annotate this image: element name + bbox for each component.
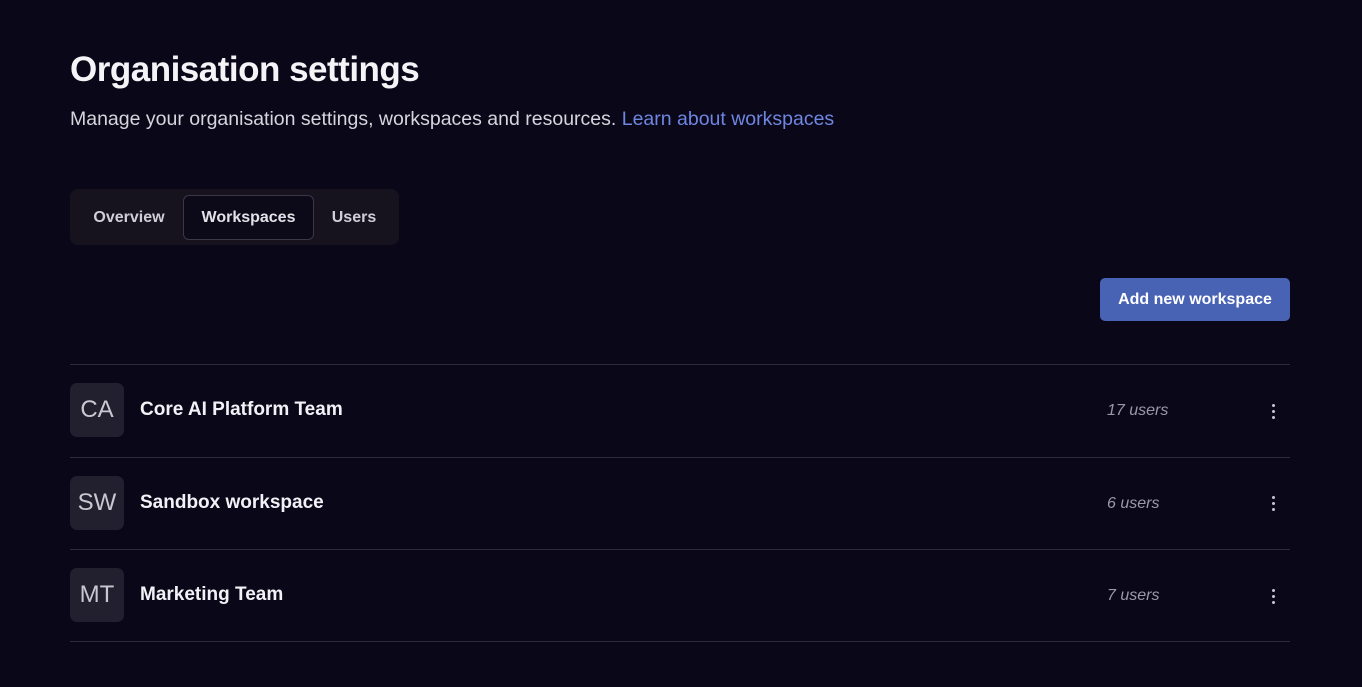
- organisation-settings-page: Organisation settings Manage your organi…: [0, 0, 1362, 687]
- subtitle-text: Manage your organisation settings, works…: [70, 108, 617, 130]
- page-title: Organisation settings: [70, 50, 420, 89]
- workspace-avatar: SW: [70, 475, 124, 530]
- more-vertical-icon[interactable]: [1260, 582, 1286, 610]
- workspace-user-count: 17 users: [1107, 402, 1169, 419]
- page-subtitle: Manage your organisation settings, works…: [70, 108, 834, 131]
- add-new-workspace-button[interactable]: Add new workspace: [1100, 278, 1290, 321]
- workspace-row[interactable]: CA Core AI Platform Team 17 users: [70, 364, 1290, 457]
- tab-overview[interactable]: Overview: [76, 195, 182, 240]
- workspace-user-count: 7 users: [1107, 587, 1160, 605]
- workspace-name[interactable]: Marketing Team: [140, 584, 283, 606]
- settings-tabs: Overview Workspaces Users: [70, 189, 399, 245]
- workspace-name[interactable]: Sandbox workspace: [140, 492, 324, 514]
- learn-about-workspaces-link[interactable]: Learn about workspaces: [622, 108, 834, 130]
- more-vertical-icon[interactable]: [1260, 397, 1286, 425]
- workspace-row[interactable]: SW Sandbox workspace 6 users: [70, 456, 1290, 550]
- workspace-row[interactable]: MT Marketing Team 7 users: [70, 549, 1290, 643]
- tab-users[interactable]: Users: [315, 195, 393, 240]
- workspace-user-count: 6 users: [1107, 494, 1160, 512]
- workspace-avatar: MT: [70, 568, 124, 623]
- more-vertical-icon[interactable]: [1260, 490, 1286, 518]
- workspace-name[interactable]: Core AI Platform Team: [140, 399, 343, 421]
- workspace-list: CA Core AI Platform Team 17 users SW San…: [70, 364, 1290, 643]
- workspace-avatar: CA: [70, 383, 124, 437]
- tab-workspaces[interactable]: Workspaces: [183, 195, 314, 240]
